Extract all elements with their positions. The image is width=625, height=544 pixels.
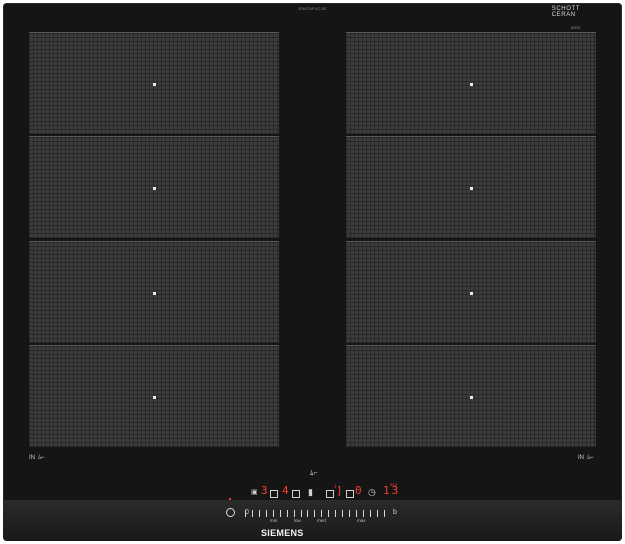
right-zone-2[interactable] (346, 136, 596, 238)
zone-center-mark (153, 291, 156, 295)
left-zone-1[interactable] (29, 32, 279, 134)
scale-med: med (317, 518, 326, 523)
zone-select-left-icon[interactable]: ▣ (251, 489, 258, 497)
scale-max: max (357, 518, 366, 523)
zone-select-button[interactable] (292, 490, 300, 498)
timer-icon[interactable]: ◷ (368, 488, 376, 497)
pan-select-icon[interactable]: ▮ (308, 488, 313, 497)
zone-center-mark (470, 82, 473, 86)
power-indicator (229, 498, 231, 500)
flex-zone-icon: ﾑ⌐ (38, 455, 45, 461)
left-flex-label: IN ﾑ⌐ (29, 452, 45, 461)
display-right: 0 (355, 484, 362, 497)
glass-brand-line2: CERAN (551, 12, 576, 18)
zone-center-mark (470, 395, 473, 399)
left-zone-3[interactable] (29, 241, 279, 343)
zone-center-mark (470, 291, 473, 295)
scale-low: low (294, 518, 301, 523)
power-slider[interactable] (245, 509, 385, 517)
glass-brand: SCHOTT CERAN (552, 6, 580, 18)
right-zone-3[interactable] (346, 241, 596, 343)
display-left: 3 (261, 484, 268, 497)
siemens-logo: SIEMENS (261, 528, 304, 538)
function-button[interactable] (326, 490, 334, 498)
left-zone-2[interactable] (29, 136, 279, 238)
display-right-main: ] (336, 484, 343, 497)
zone-center-mark (470, 186, 473, 190)
right-flex-label: IN ﾑ⌐ (578, 452, 594, 461)
zone-center-mark (153, 186, 156, 190)
flex-zone-icon: ﾑ⌐ (587, 455, 594, 461)
display-mid: 4 (282, 484, 289, 497)
right-zone-4[interactable] (346, 345, 596, 447)
left-zone-4[interactable] (29, 345, 279, 447)
model-code: EX675FXC1E (298, 6, 327, 11)
right-flex-text: IN (578, 455, 584, 461)
power-icon[interactable] (226, 508, 235, 517)
scale-min: min (270, 518, 278, 523)
timer-display: 13 (383, 484, 401, 497)
plus-minus-button-left[interactable] (270, 490, 278, 498)
control-band (3, 500, 622, 541)
left-flex-text: IN (29, 455, 35, 461)
slider-end-label: b (393, 509, 397, 516)
zone-select-right-button[interactable] (346, 490, 354, 498)
right-zone-1[interactable] (346, 32, 596, 134)
zone-center-mark (153, 82, 156, 86)
zone-center-mark (153, 395, 156, 399)
glass-code: 6203 (571, 25, 580, 30)
pan-icon: ﾑ⌐ (310, 470, 318, 477)
